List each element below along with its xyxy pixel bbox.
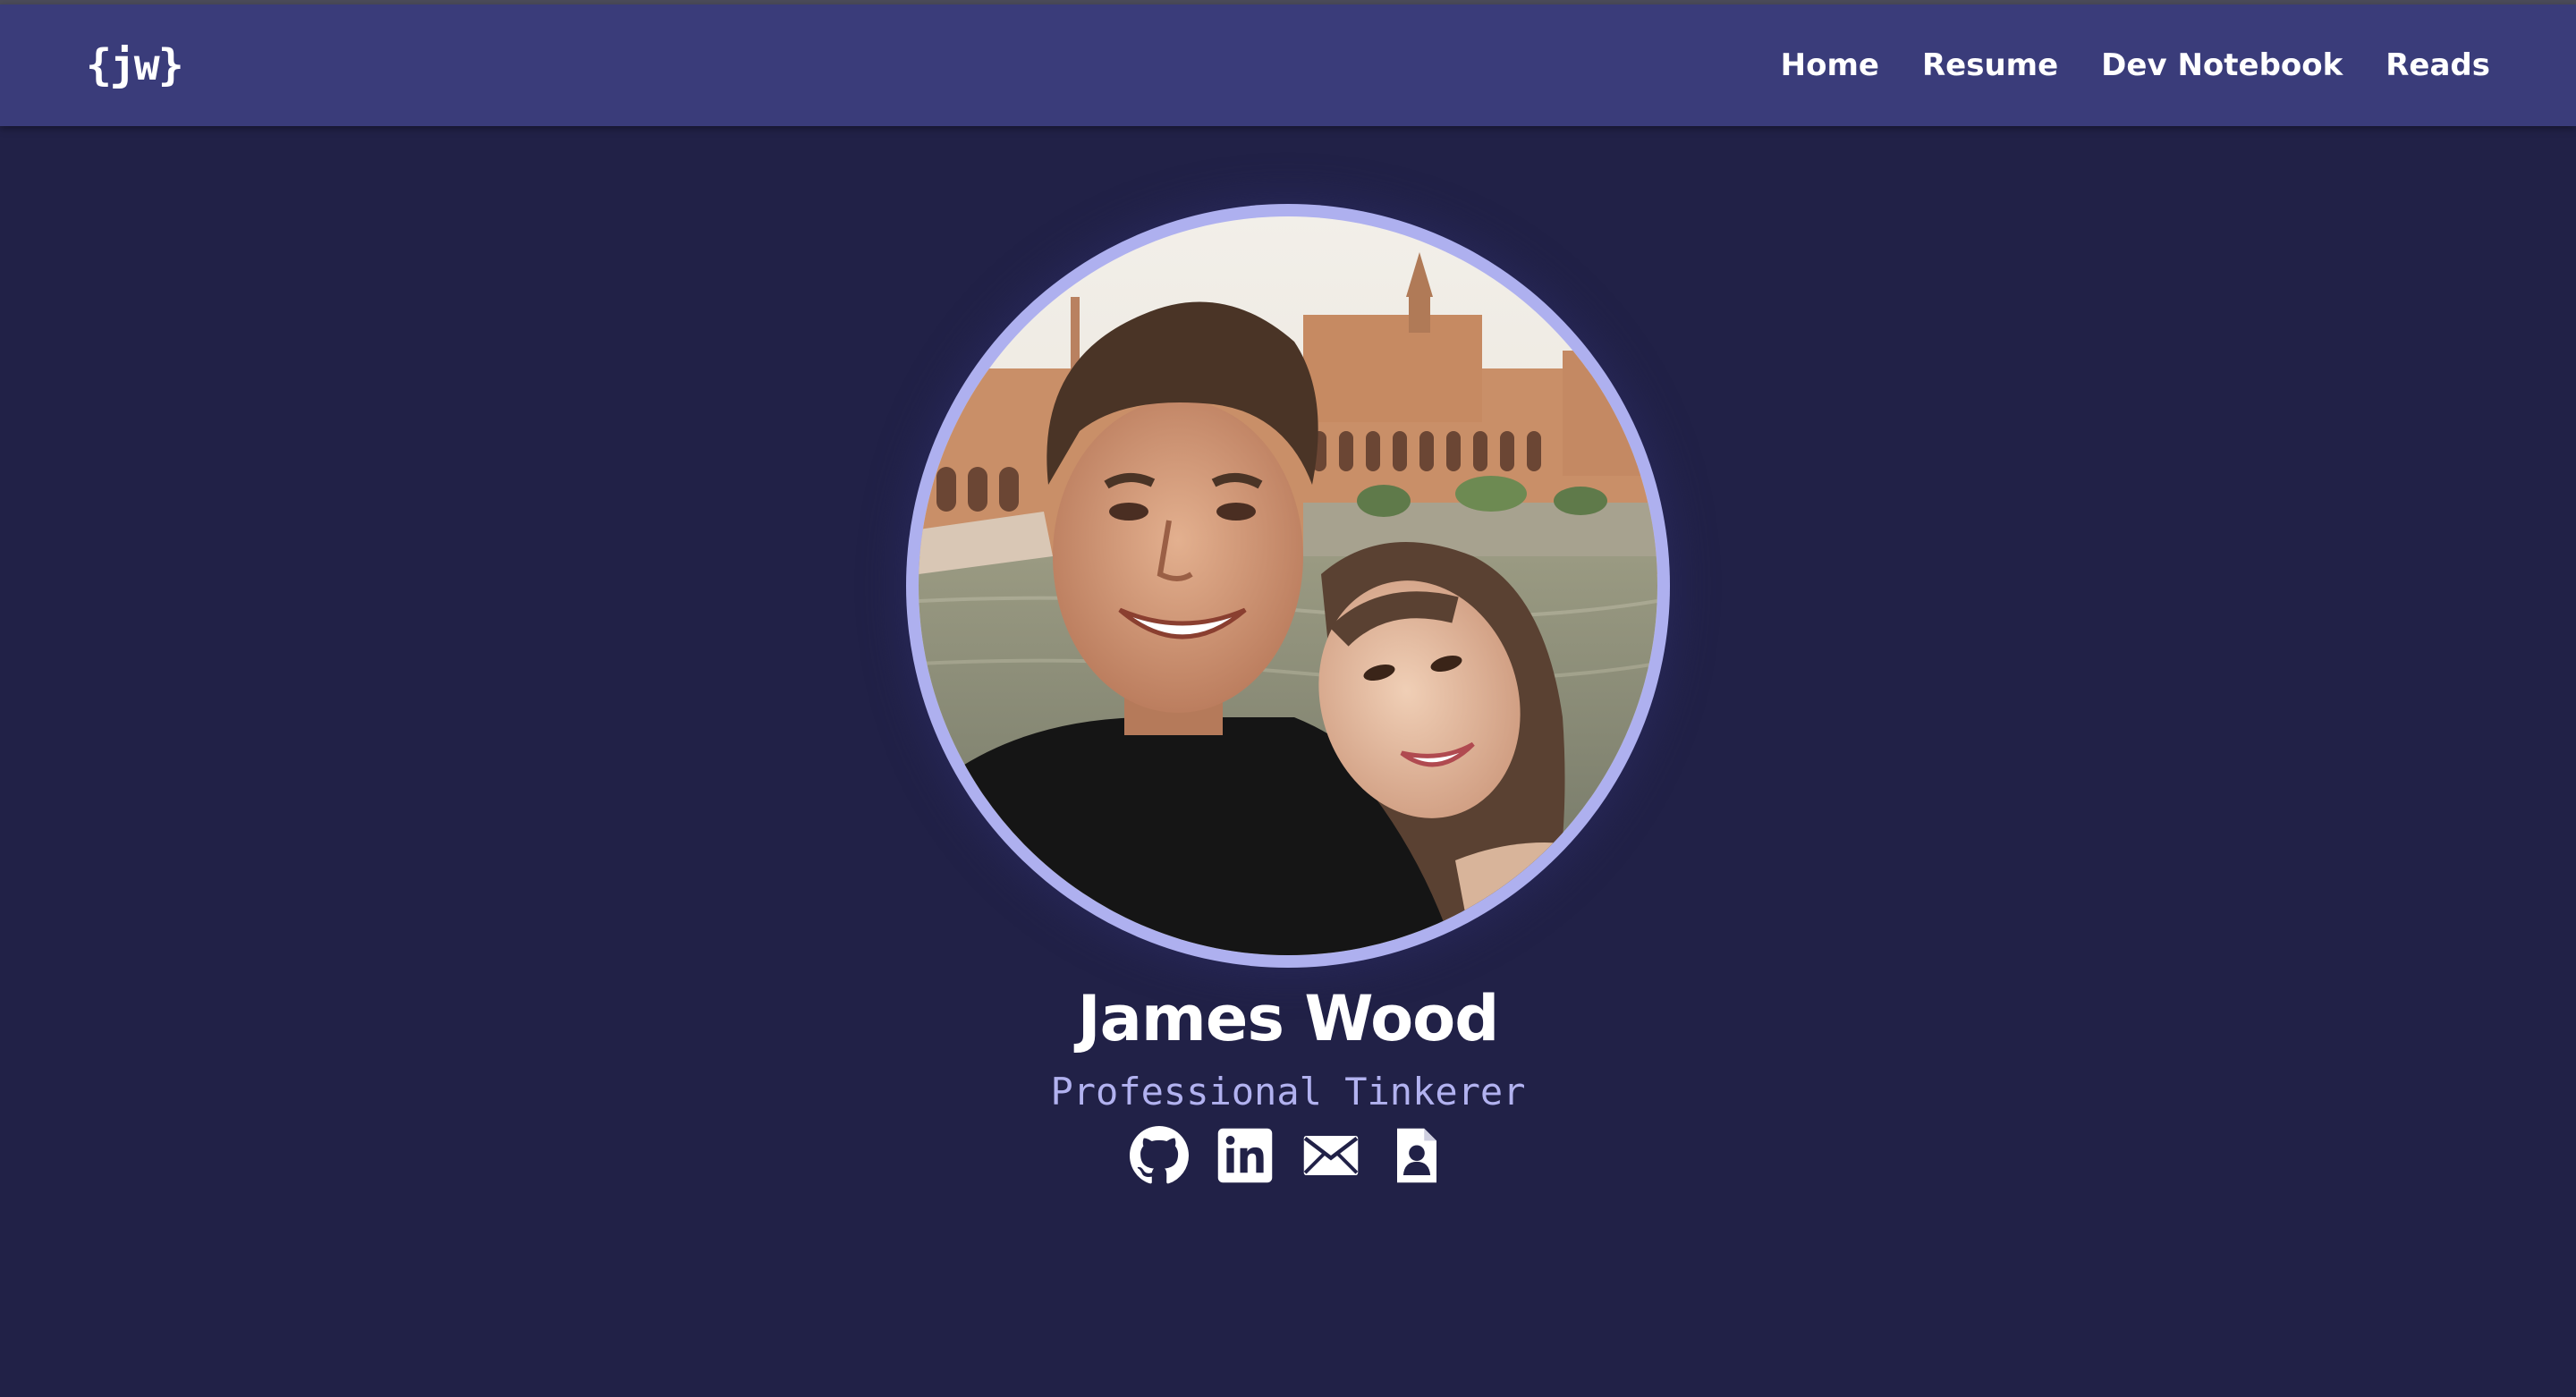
resume-contact-icon — [1397, 1128, 1436, 1183]
navbar: {jw} Home Resume Dev Notebook Reads — [0, 4, 2576, 126]
nav-home-link[interactable]: Home — [1781, 47, 1879, 83]
email-icon — [1303, 1136, 1359, 1175]
email-link[interactable] — [1301, 1126, 1360, 1185]
profile-name: James Wood — [1077, 982, 1500, 1055]
profile-tagline: Professional Tinkerer — [1050, 1070, 1526, 1113]
resume-link[interactable] — [1387, 1126, 1446, 1185]
social-links — [1130, 1126, 1446, 1185]
github-icon — [1130, 1126, 1189, 1184]
site-logo[interactable]: {jw} — [86, 40, 184, 90]
hero-section: James Wood Professional Tinkerer — [0, 126, 2576, 1185]
profile-photo — [919, 216, 1657, 955]
linkedin-icon — [1217, 1128, 1273, 1183]
avatar-ring — [906, 204, 1670, 968]
nav-links: Home Resume Dev Notebook Reads — [1781, 47, 2490, 83]
nav-dev-notebook-link[interactable]: Dev Notebook — [2101, 47, 2343, 83]
nav-resume-link[interactable]: Resume — [1922, 47, 2058, 83]
nav-reads-link[interactable]: Reads — [2385, 47, 2490, 83]
linkedin-link[interactable] — [1216, 1126, 1275, 1185]
github-link[interactable] — [1130, 1126, 1189, 1185]
